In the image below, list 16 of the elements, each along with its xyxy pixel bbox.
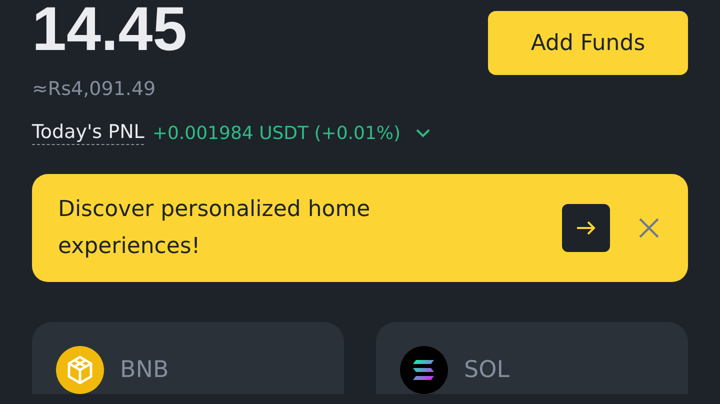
coin-symbol: SOL [464, 356, 510, 385]
coin-card[interactable]: BNB [32, 322, 344, 394]
cube-coin-icon [56, 346, 104, 394]
fiat-balance: ≈Rs4,091.49 [32, 78, 157, 102]
balance-amount: 14.45 [32, 0, 188, 60]
arrow-icon [576, 221, 596, 235]
next-button[interactable] [562, 204, 610, 252]
stripes-coin-icon [400, 346, 448, 394]
pnl-label[interactable]: Today's PNL [32, 121, 144, 145]
pnl-value: +0.001984 USDT (+0.01%) [152, 122, 401, 144]
chevron-icon[interactable] [414, 128, 431, 138]
coin-card[interactable]: SOL [376, 322, 688, 394]
add-funds-button[interactable]: Add Funds [488, 11, 688, 75]
close-icon[interactable] [638, 217, 660, 239]
coin-symbol: BNB [120, 356, 169, 385]
banner-text: Discover personalized home experiences! [58, 196, 372, 261]
